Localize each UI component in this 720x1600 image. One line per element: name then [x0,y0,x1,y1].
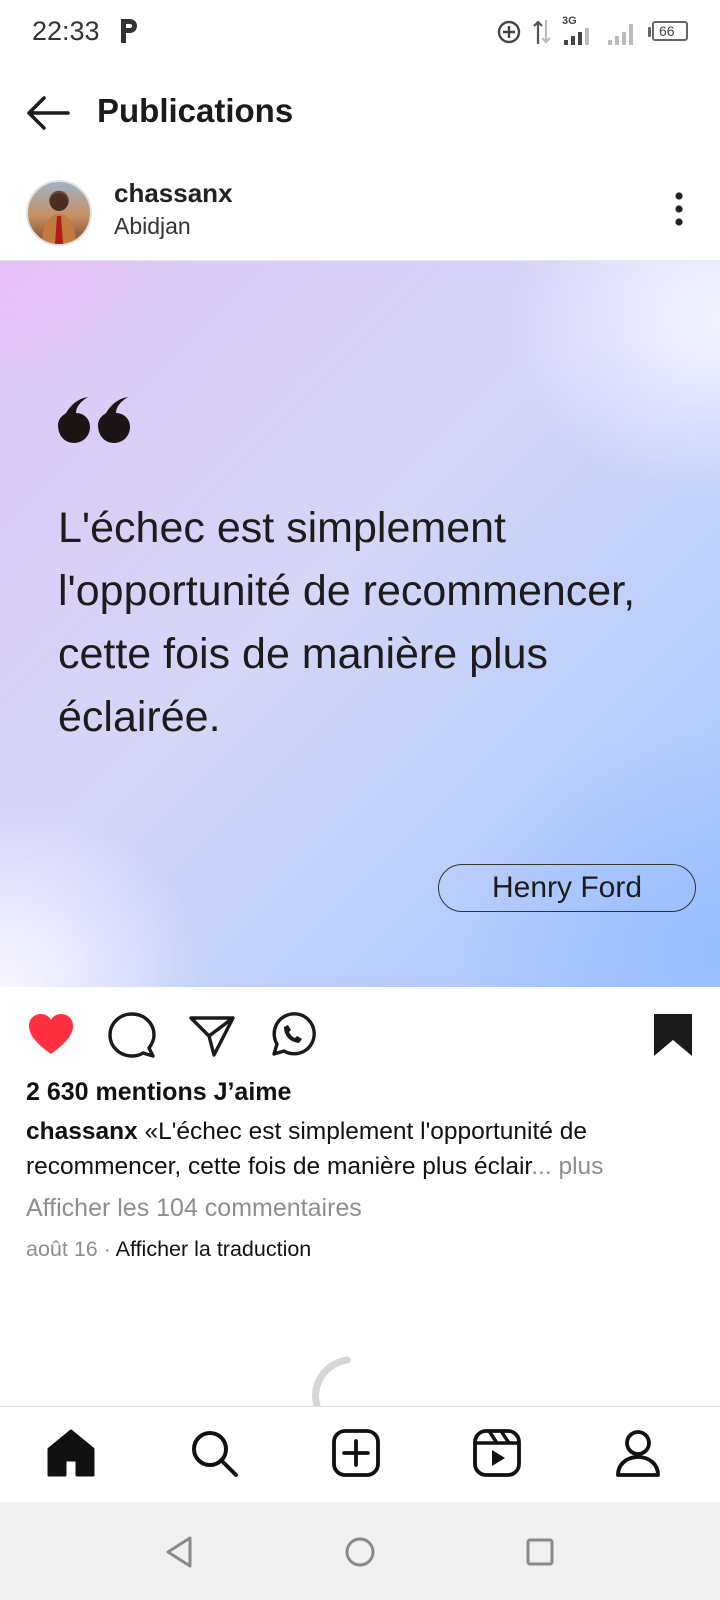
quote-author-badge: Henry Ford [438,864,696,912]
caption-username[interactable]: chassanx [26,1118,138,1145]
view-comments-link[interactable]: Afficher les 104 commentaires [26,1194,362,1223]
page-title: Publications [97,92,294,129]
avatar[interactable] [26,180,92,246]
data-saver-icon [497,20,521,44]
search-icon[interactable] [188,1427,240,1479]
post-meta: août 16 · Afficher la traduction [26,1237,311,1262]
translate-link[interactable]: Afficher la traduction [116,1237,312,1261]
quote-text: L'échec est simplement l'opportunité de … [58,504,636,741]
system-nav-bar [0,1502,720,1600]
likes-count[interactable]: 2 630 mentions J’aime [26,1078,291,1107]
home-icon[interactable] [45,1427,97,1479]
signal-strength-icon [608,24,633,45]
battery-icon: 66 [648,21,690,43]
signal-3g-icon: 3G [562,15,596,46]
send-icon[interactable] [187,1010,237,1060]
parking-app-icon [121,19,137,43]
recents-square-icon[interactable] [520,1532,560,1572]
post-image[interactable]: L'échec est simplement l'opportunité de … [0,260,720,987]
status-bar: 22:33 3G 66 [0,0,720,66]
post-caption: chassanx «L'échec est simplement l'oppor… [26,1114,698,1184]
meta-separator: · [97,1237,116,1261]
status-time: 22:33 [32,16,100,46]
back-arrow-icon[interactable] [24,88,74,138]
heart-icon[interactable] [26,1010,76,1060]
home-circle-icon[interactable] [340,1532,380,1572]
bookmark-icon[interactable] [648,1010,698,1060]
add-post-icon[interactable] [330,1427,382,1479]
more-vertical-icon[interactable] [664,190,694,230]
comment-icon[interactable] [107,1010,157,1060]
profile-icon[interactable] [612,1427,664,1479]
loading-spinner-icon [312,1356,351,1406]
whatsapp-icon[interactable] [266,1010,316,1060]
post-date: août 16 [26,1237,98,1261]
post-username[interactable]: chassanx [114,178,233,209]
bottom-nav [0,1406,720,1503]
quote-mark-icon [58,397,130,443]
post-location[interactable]: Abidjan [114,213,191,240]
battery-level: 66 [659,23,675,39]
reels-icon[interactable] [471,1427,523,1479]
data-transfer-icon [533,20,551,44]
back-triangle-icon[interactable] [160,1532,200,1572]
status-icons: 3G 66 [496,15,690,46]
caption-more-link[interactable]: ... plus [531,1153,603,1180]
